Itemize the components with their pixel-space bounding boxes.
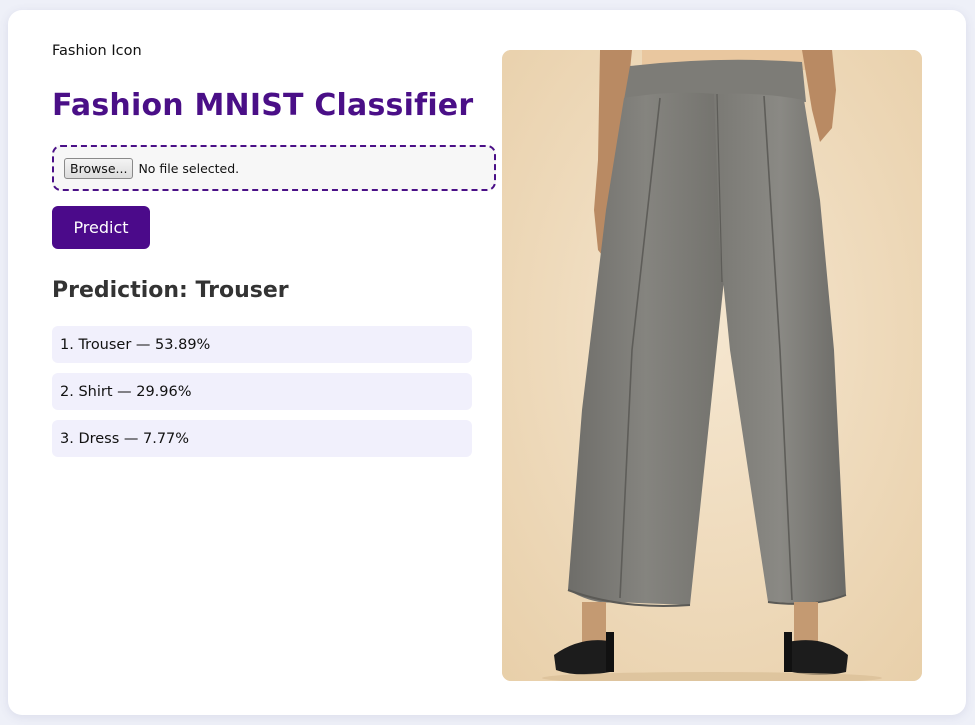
result-item-1: 1. Trouser — 53.89% xyxy=(52,326,472,363)
prediction-heading: Prediction: Trouser xyxy=(52,278,289,303)
main-card: Fashion Icon Fashion MNIST Classifier Br… xyxy=(8,10,966,715)
predict-button[interactable]: Predict xyxy=(52,206,150,249)
browse-button[interactable]: Browse... xyxy=(64,157,134,179)
trousers-photo-illustration xyxy=(502,50,922,681)
uploaded-image-preview xyxy=(502,50,922,681)
file-upload-field[interactable]: Browse... No file selected. xyxy=(52,145,496,191)
file-status-text: No file selected. xyxy=(138,160,240,176)
result-item-2: 2. Shirt — 29.96% xyxy=(52,373,472,410)
prediction-results-list: 1. Trouser — 53.89% 2. Shirt — 29.96% 3.… xyxy=(52,326,472,467)
page-title: Fashion MNIST Classifier xyxy=(52,88,474,123)
logo-alt-text: Fashion Icon xyxy=(52,43,142,59)
result-item-3: 3. Dress — 7.77% xyxy=(52,420,472,457)
